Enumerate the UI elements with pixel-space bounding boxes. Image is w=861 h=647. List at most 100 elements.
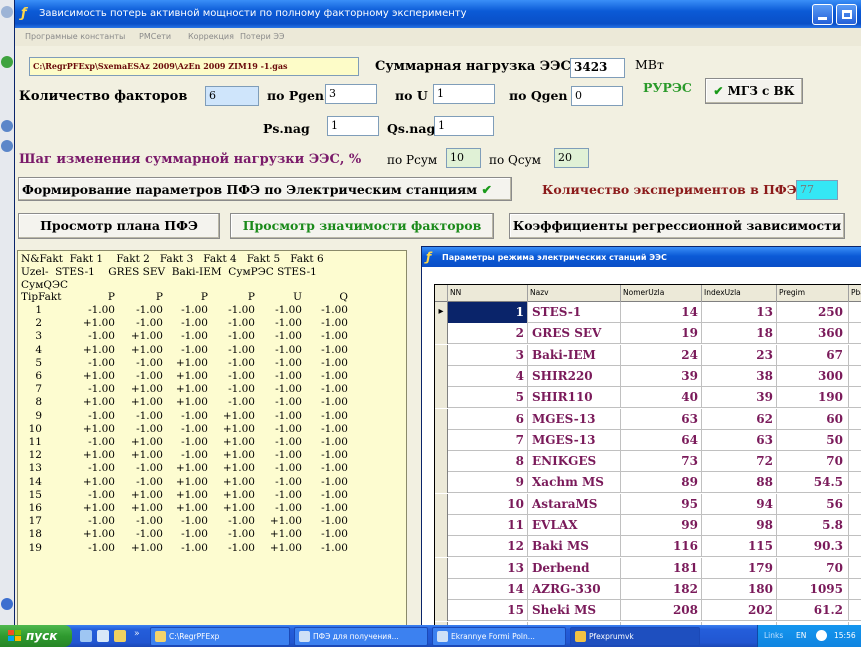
cell-pregim[interactable]: 190 — [777, 387, 849, 409]
cell-pbaz[interactable] — [849, 387, 861, 408]
network-icon[interactable] — [816, 630, 827, 641]
cell-pbaz[interactable] — [849, 494, 861, 515]
col-header-indexuzla[interactable]: IndexUzla — [702, 285, 777, 302]
view-significance-button[interactable]: Просмотр значимости факторов — [230, 213, 494, 239]
cell-pregim[interactable]: 50 — [777, 429, 849, 451]
cell-nomeruzla[interactable]: 40 — [621, 387, 702, 409]
cell-indexuzla[interactable]: 179 — [702, 557, 777, 579]
stations-grid[interactable]: NN Nazv NomerUzla IndexUzla Pregim Pbaz … — [434, 284, 861, 629]
table-row[interactable]: 4 SHIR220 39 38 300 — [435, 365, 861, 387]
cell-pregim[interactable]: 70 — [777, 557, 849, 579]
row-indicator[interactable] — [435, 536, 448, 558]
cell-nazv[interactable]: Baki-IEM — [528, 344, 621, 366]
cell-nn[interactable]: 7 — [448, 429, 528, 451]
menu-losses[interactable]: Потери ЭЭ — [240, 32, 284, 41]
table-row[interactable]: 6 MGES-13 63 62 60 — [435, 408, 861, 430]
col-header-pregim[interactable]: Pregim — [777, 285, 849, 302]
menu-network[interactable]: PMСети — [139, 32, 171, 41]
cell-nazv[interactable]: MGES-13 — [528, 408, 621, 430]
maximize-button[interactable] — [836, 4, 857, 25]
cell-indexuzla[interactable]: 39 — [702, 387, 777, 409]
cell-nomeruzla[interactable]: 39 — [621, 365, 702, 387]
task-button-explorer[interactable]: C:\RegrPFExp — [150, 627, 290, 646]
table-row[interactable]: 2 GRES SEV 19 18 360 — [435, 323, 861, 345]
cell-nn[interactable]: 8 — [448, 451, 528, 473]
cell-nomeruzla[interactable]: 182 — [621, 578, 702, 600]
cell-nazv[interactable]: ENIKGES — [528, 451, 621, 473]
col-header-nomeruzla[interactable]: NomerUzla — [621, 285, 702, 302]
row-indicator[interactable] — [435, 493, 448, 515]
cell-indexuzla[interactable]: 63 — [702, 429, 777, 451]
row-indicator[interactable] — [435, 472, 448, 494]
cell-nn[interactable]: 5 — [448, 387, 528, 409]
tray-language[interactable]: EN — [796, 631, 806, 640]
cell-nazv[interactable]: SHIR110 — [528, 387, 621, 409]
experiments-field[interactable]: 77 — [796, 180, 838, 200]
cell-indexuzla[interactable]: 13 — [702, 302, 777, 323]
cell-indexuzla[interactable]: 98 — [702, 515, 777, 536]
cell-nomeruzla[interactable]: 73 — [621, 451, 702, 473]
table-row[interactable]: 8 ENIKGES 73 72 70 — [435, 451, 861, 473]
cell-pregim[interactable]: 300 — [777, 365, 849, 387]
cell-nn[interactable]: 14 — [448, 578, 528, 600]
quicklaunch-icon[interactable] — [97, 630, 109, 642]
desktop-icon[interactable] — [1, 598, 13, 610]
table-row[interactable]: 7 MGES-13 64 63 50 — [435, 429, 861, 451]
cell-nazv[interactable]: Xachm MS — [528, 472, 621, 494]
cell-pregim[interactable]: 67 — [777, 344, 849, 366]
desktop-icon[interactable] — [1, 120, 13, 132]
pcum-field[interactable]: 10 — [446, 148, 481, 168]
cell-pbaz[interactable] — [849, 366, 861, 387]
row-indicator[interactable] — [435, 323, 448, 345]
task-button-doc1[interactable]: ПФЭ для получения... — [294, 627, 428, 646]
start-button[interactable]: пуск — [0, 625, 72, 647]
cell-nazv[interactable]: Derbend — [528, 557, 621, 579]
cell-pbaz[interactable] — [849, 409, 861, 430]
cell-pbaz[interactable] — [849, 345, 861, 366]
cell-nomeruzla[interactable]: 89 — [621, 472, 702, 494]
cell-pregim[interactable]: 250 — [777, 302, 849, 323]
row-indicator[interactable] — [435, 408, 448, 430]
qcum-field[interactable]: 20 — [554, 148, 589, 168]
row-indicator[interactable] — [435, 387, 448, 409]
cell-pregim[interactable]: 5.8 — [777, 515, 849, 536]
cell-pbaz[interactable] — [849, 323, 861, 344]
cell-nomeruzla[interactable]: 19 — [621, 323, 702, 345]
table-row[interactable]: 11 EVLAX 99 98 5.8 — [435, 515, 861, 536]
cell-nn[interactable]: 15 — [448, 600, 528, 622]
mgz-button[interactable]: ✔ МГЗ с ВК — [705, 78, 803, 104]
row-indicator[interactable] — [435, 600, 448, 622]
cell-indexuzla[interactable]: 180 — [702, 578, 777, 600]
cell-pbaz[interactable] — [849, 536, 861, 557]
cell-nn[interactable]: 11 — [448, 515, 528, 536]
col-header-nazv[interactable]: Nazv — [528, 285, 621, 302]
regression-button[interactable]: Коэффициенты регрессионной зависимости — [509, 213, 845, 239]
cell-nn[interactable]: 4 — [448, 365, 528, 387]
cell-pbaz[interactable] — [849, 558, 861, 579]
cell-nomeruzla[interactable]: 24 — [621, 344, 702, 366]
cell-indexuzla[interactable]: 115 — [702, 536, 777, 558]
cell-nomeruzla[interactable]: 208 — [621, 600, 702, 622]
cell-nazv[interactable]: GRES SEV — [528, 323, 621, 345]
row-indicator[interactable] — [435, 429, 448, 451]
cell-pregim[interactable]: 61.2 — [777, 600, 849, 622]
cell-pregim[interactable]: 56 — [777, 493, 849, 515]
desktop-icon[interactable] — [1, 140, 13, 152]
cell-nazv[interactable]: AstaraMS — [528, 493, 621, 515]
cell-pbaz[interactable] — [849, 430, 861, 451]
row-pointer-icon[interactable]: ▸ — [435, 302, 448, 323]
cell-nazv[interactable]: STES-1 — [528, 302, 621, 323]
table-row[interactable]: 13 Derbend 181 179 70 — [435, 557, 861, 579]
cell-nn[interactable]: 13 — [448, 557, 528, 579]
cell-nazv[interactable]: SHIR220 — [528, 365, 621, 387]
quicklaunch-icon[interactable] — [114, 630, 126, 642]
minimize-button[interactable] — [812, 4, 833, 25]
stations-title-bar[interactable]: ƒ Параметры режима электрических станций… — [422, 247, 861, 267]
row-indicator[interactable] — [435, 557, 448, 579]
cell-indexuzla[interactable]: 38 — [702, 365, 777, 387]
cell-pbaz[interactable] — [849, 600, 861, 621]
cell-indexuzla[interactable]: 72 — [702, 451, 777, 473]
qsnag-field[interactable]: 1 — [434, 116, 494, 136]
cell-nomeruzla[interactable]: 63 — [621, 408, 702, 430]
menu-correction[interactable]: Коррекция — [188, 32, 234, 41]
